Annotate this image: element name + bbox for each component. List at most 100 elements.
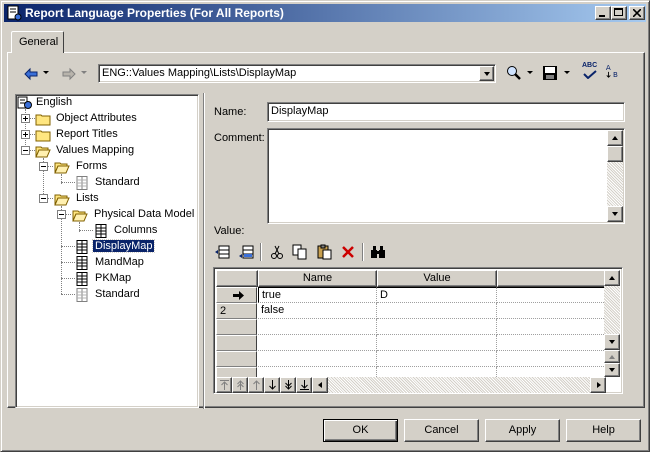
folder-open-icon <box>72 210 88 222</box>
sort-az-icon[interactable]: A B <box>605 63 621 79</box>
tab-general[interactable]: General <box>11 31 64 53</box>
expand-icon[interactable] <box>21 130 30 139</box>
tree-item-lists-standard[interactable]: Standard <box>16 287 196 303</box>
cell-name[interactable] <box>258 319 377 335</box>
collapse-icon[interactable] <box>21 146 30 155</box>
move-down-button[interactable] <box>264 377 280 393</box>
collapse-icon[interactable] <box>39 194 48 203</box>
tree-item-lists[interactable]: Lists <box>16 191 196 207</box>
row-header[interactable] <box>216 335 257 351</box>
table-row[interactable] <box>216 335 606 351</box>
cut-icon[interactable] <box>269 244 285 260</box>
move-up-page-button[interactable] <box>232 377 248 393</box>
close-button[interactable] <box>629 6 645 20</box>
tree-item-forms[interactable]: Forms <box>16 159 196 175</box>
path-value: ENG::Values Mapping\Lists\DisplayMap <box>102 67 297 79</box>
scroll-left-button[interactable] <box>312 377 328 393</box>
row-header[interactable] <box>216 351 257 367</box>
copy-icon[interactable] <box>292 244 308 260</box>
cell-empty[interactable] <box>497 287 606 303</box>
back-dropdown-icon[interactable] <box>43 71 49 74</box>
collapse-icon[interactable] <box>39 162 48 171</box>
move-last-button[interactable] <box>296 377 312 393</box>
cell-name[interactable]: false <box>258 303 377 319</box>
back-arrow-icon[interactable] <box>23 66 39 82</box>
tree-item-english[interactable]: English <box>16 95 196 111</box>
move-up-button[interactable] <box>248 377 264 393</box>
column-header-name[interactable]: Name <box>258 270 377 287</box>
tree-item-columns[interactable]: Columns <box>16 223 196 239</box>
name-input[interactable]: DisplayMap <box>267 102 625 122</box>
table-row[interactable] <box>216 351 606 367</box>
collapse-icon[interactable] <box>57 210 66 219</box>
grid-corner-header <box>216 270 258 287</box>
cell-name[interactable]: true <box>258 287 377 303</box>
find-icon[interactable] <box>506 65 522 81</box>
scroll-thumb[interactable] <box>607 146 623 162</box>
scroll-down-button[interactable] <box>604 334 620 350</box>
cell-empty[interactable] <box>497 335 606 351</box>
help-button[interactable]: Help <box>566 419 641 442</box>
scroll-down-button[interactable] <box>604 363 620 377</box>
cell-name[interactable] <box>258 335 377 351</box>
spell-check-icon[interactable]: ABC <box>581 61 599 81</box>
tree-view[interactable]: English Object Attributes Report Titles <box>15 94 199 408</box>
grid-vertical-scrollbar[interactable] <box>604 270 620 377</box>
title-bar[interactable]: Report Language Properties (For All Repo… <box>4 4 646 22</box>
tree-item-physical-data-model[interactable]: Physical Data Model <box>16 207 196 223</box>
cell-empty[interactable] <box>497 351 606 367</box>
tree-item-values-mapping[interactable]: Values Mapping <box>16 143 196 159</box>
table-row[interactable] <box>216 319 606 335</box>
tree-item-mandmap[interactable]: MandMap <box>16 255 196 271</box>
splitter[interactable] <box>203 93 205 409</box>
table-row[interactable]: true D <box>216 287 606 303</box>
tree-item-label: Standard <box>95 176 140 188</box>
move-down-page-button[interactable] <box>280 377 296 393</box>
cell-empty[interactable] <box>497 319 606 335</box>
row-header[interactable] <box>216 287 257 303</box>
cell-value[interactable] <box>377 351 497 367</box>
tree-item-pkmap[interactable]: PKMap <box>16 271 196 287</box>
tree-item-report-titles[interactable]: Report Titles <box>16 127 196 143</box>
cancel-button[interactable]: Cancel <box>404 419 479 442</box>
apply-button[interactable]: Apply <box>485 419 560 442</box>
row-header[interactable] <box>216 319 257 335</box>
cell-value[interactable]: D <box>377 287 497 303</box>
horizontal-scroll-track[interactable] <box>328 377 590 393</box>
table-row[interactable]: 2 false <box>216 303 606 319</box>
save-icon[interactable] <box>542 65 558 81</box>
scroll-up-button[interactable] <box>604 270 620 286</box>
expand-icon[interactable] <box>21 114 30 123</box>
minimize-button[interactable] <box>595 6 611 20</box>
insert-row-icon[interactable] <box>214 244 230 260</box>
comment-textarea[interactable] <box>267 128 625 224</box>
row-header[interactable]: 2 <box>216 303 257 319</box>
path-dropdown-button[interactable] <box>479 66 494 81</box>
find-binoculars-icon[interactable] <box>370 244 386 260</box>
cell-empty[interactable] <box>497 303 606 319</box>
forward-arrow-icon[interactable] <box>61 66 77 82</box>
tree-item-object-attributes[interactable]: Object Attributes <box>16 111 196 127</box>
tree-item-displaymap[interactable]: DisplayMap <box>16 239 196 255</box>
ok-button[interactable]: OK <box>323 419 398 442</box>
scroll-right-button[interactable] <box>590 377 606 393</box>
maximize-button[interactable] <box>611 6 627 20</box>
scroll-up-button[interactable] <box>607 130 623 146</box>
save-dropdown-icon[interactable] <box>564 71 570 74</box>
comment-scrollbar[interactable] <box>607 130 623 222</box>
find-dropdown-icon[interactable] <box>527 71 533 74</box>
cell-value[interactable] <box>377 303 497 319</box>
cell-value[interactable] <box>377 319 497 335</box>
tree-item-forms-standard[interactable]: Standard <box>16 175 196 191</box>
delete-icon[interactable] <box>340 244 356 260</box>
cell-value[interactable] <box>377 335 497 351</box>
cell-name[interactable] <box>258 351 377 367</box>
add-row-icon[interactable] <box>238 244 254 260</box>
column-header-value[interactable]: Value <box>377 270 497 287</box>
move-first-button[interactable] <box>216 377 232 393</box>
path-combobox[interactable]: ENG::Values Mapping\Lists\DisplayMap <box>98 64 496 83</box>
scroll-up-button[interactable] <box>604 350 620 363</box>
scroll-down-button[interactable] <box>607 206 623 222</box>
paste-icon[interactable] <box>316 244 332 260</box>
values-grid[interactable]: Name Value true D 2 false <box>213 267 623 394</box>
